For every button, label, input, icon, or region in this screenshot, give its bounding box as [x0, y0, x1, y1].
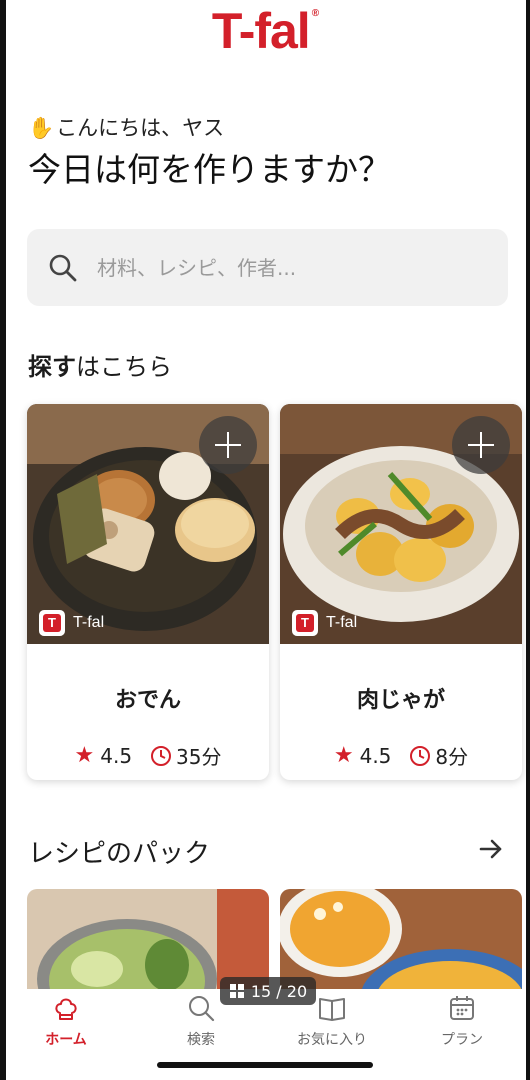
add-recipe-button[interactable] — [452, 416, 510, 474]
search-icon — [189, 996, 215, 1022]
greeting-question: 今日は何を作りますか？ — [28, 150, 391, 189]
brand-tag: T T-fal — [292, 610, 357, 636]
tfal-logo-icon: T — [39, 610, 65, 636]
recipe-rating: 4.5 — [359, 743, 392, 768]
book-icon — [319, 998, 345, 1021]
recipe-title: 肉じゃが — [356, 688, 445, 713]
recipe-meta: ★ 4.5 8分 — [280, 741, 522, 770]
device-frame-right — [526, 0, 530, 1080]
add-recipe-button[interactable] — [199, 416, 257, 474]
recipe-card-nikujaga[interactable]: T T-fal 肉じゃが ★ 4.5 8分 — [280, 404, 522, 780]
pack-card-soup[interactable] — [280, 889, 522, 989]
page-indicator: 15 / 20 — [220, 977, 316, 1005]
clock-icon — [151, 745, 172, 766]
device-frame-left — [0, 0, 6, 1080]
waving-hand-icon: ✋ — [28, 116, 55, 140]
recipe-time: 8分 — [435, 745, 469, 769]
explore-title: 探すはこちら — [28, 353, 172, 381]
brand-tag: T T-fal — [39, 610, 104, 636]
tab-plan[interactable]: プラン — [402, 990, 522, 1060]
clock-icon — [410, 745, 431, 766]
search-bar[interactable] — [27, 229, 508, 306]
app-logo: T-fal ® — [211, 3, 319, 59]
pack-card-vegetables[interactable] — [27, 889, 269, 989]
search-input[interactable] — [97, 249, 487, 287]
recipe-card-oden[interactable]: T T-fal おでん ★ 4.5 35分 — [27, 404, 269, 780]
grid-icon — [229, 984, 244, 998]
recipe-meta: ★ 4.5 35分 — [27, 741, 269, 770]
search-icon — [49, 254, 77, 282]
recipe-rating: 4.5 — [100, 743, 133, 768]
home-indicator — [157, 1062, 373, 1068]
chef-hat-icon — [55, 998, 77, 1020]
packs-title: レシピのパック — [28, 839, 211, 869]
star-icon: ★ — [333, 743, 354, 768]
star-icon: ★ — [74, 743, 95, 768]
calendar-icon — [450, 996, 474, 1020]
arrow-right-icon[interactable] — [478, 836, 504, 862]
tab-home[interactable]: ホーム — [6, 990, 126, 1060]
tfal-logo-icon: T — [292, 610, 318, 636]
recipe-title: おでん — [114, 688, 181, 713]
greeting-hello: ✋こんにちは、ヤス — [28, 116, 225, 140]
recipe-time: 35分 — [176, 745, 222, 769]
